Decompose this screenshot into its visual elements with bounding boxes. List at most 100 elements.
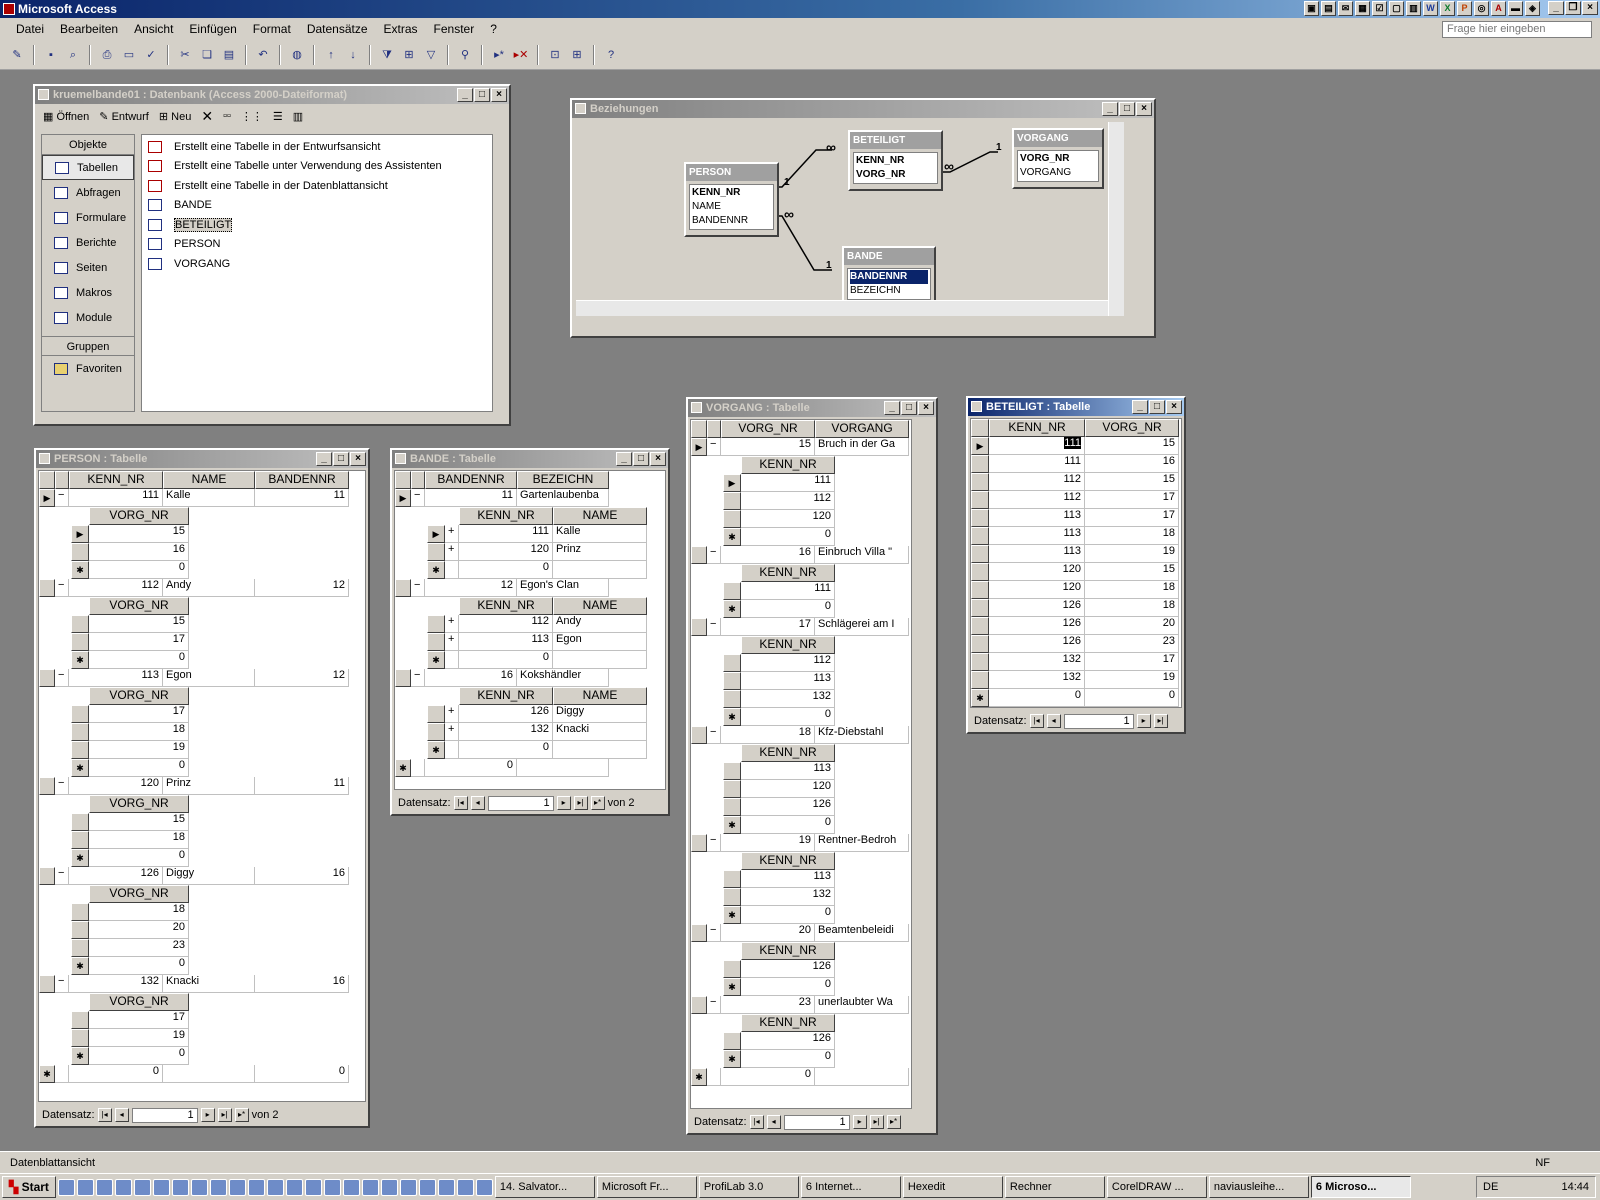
object-forms[interactable]: Formulare [42, 205, 134, 230]
quicklaunch-icon[interactable] [380, 1178, 398, 1196]
relation-field[interactable]: VORG_NR [1020, 152, 1096, 166]
row-selector[interactable] [971, 617, 989, 635]
copy-icon[interactable]: ❏ [198, 46, 216, 64]
minimize-icon[interactable]: _ [457, 88, 473, 102]
bande-window-titlebar[interactable]: BANDE : Tabelle _ □ × [392, 450, 668, 468]
row-selector[interactable] [723, 960, 741, 978]
vorg-nr-cell[interactable]: 18 [89, 831, 189, 849]
bandennr-cell[interactable]: 12 [255, 669, 349, 687]
menu-datensaetze[interactable]: Datensätze [299, 22, 376, 36]
relation-table-beteiligt[interactable]: BETEILIGT KENN_NR VORG_NR [848, 130, 943, 191]
vorg-nr-cell[interactable]: 15 [89, 813, 189, 831]
quicklaunch-icon[interactable] [342, 1178, 360, 1196]
expand-toggle[interactable]: − [707, 546, 721, 564]
kenn-nr-cell[interactable]: 120 [741, 780, 835, 798]
kenn-nr-cell[interactable]: 112 [989, 473, 1085, 491]
vorg-nr-cell[interactable]: 17 [89, 1011, 189, 1029]
vorg-nr-cell[interactable]: 19 [1085, 671, 1179, 689]
shortcut-icon[interactable]: ◈ [1525, 1, 1540, 16]
hyperlink-icon[interactable]: ◍ [288, 46, 306, 64]
name-cell[interactable]: Knacki [553, 723, 647, 741]
vorg-nr-cell[interactable]: 17 [89, 633, 189, 651]
expand-toggle[interactable]: − [411, 489, 425, 507]
kenn-nr-cell[interactable]: 111 [69, 489, 163, 507]
object-reports[interactable]: Berichte [42, 230, 134, 255]
new-row-selector[interactable]: ✱ [395, 759, 411, 777]
subdatasheet-header[interactable]: VORG_NR [89, 885, 189, 903]
quicklaunch-icon[interactable] [76, 1178, 94, 1196]
row-selector[interactable] [427, 723, 445, 741]
maximize-icon[interactable]: □ [1149, 400, 1165, 414]
beteiligt-window-titlebar[interactable]: BETEILIGT : Tabelle _ □ × [968, 398, 1184, 416]
vorg-nr-cell[interactable]: 17 [1085, 509, 1179, 527]
vorg-nr-cell[interactable]: 19 [721, 834, 815, 852]
expand-toggle[interactable]: + [445, 705, 459, 723]
shortcut-icon[interactable]: ▢ [1389, 1, 1404, 16]
bandennr-cell[interactable]: 16 [255, 867, 349, 885]
shortcut-icon[interactable]: ◎ [1474, 1, 1489, 16]
close-icon[interactable]: × [1166, 400, 1182, 414]
find-icon[interactable]: ⚲ [456, 46, 474, 64]
start-button[interactable]: ▚ Start [2, 1176, 56, 1198]
expand-toggle[interactable]: − [55, 975, 69, 993]
row-selector[interactable] [427, 705, 445, 723]
last-record-icon[interactable]: ▸| [573, 796, 588, 810]
list-item[interactable]: Erstellt eine Tabelle in der Entwurfsans… [148, 137, 486, 157]
row-selector[interactable] [723, 780, 741, 798]
row-selector[interactable] [39, 975, 55, 993]
row-selector[interactable] [71, 1011, 89, 1029]
expand-toggle[interactable]: − [707, 438, 721, 456]
row-selector[interactable] [71, 921, 89, 939]
kenn-nr-cell[interactable]: 126 [741, 960, 835, 978]
bandennr-cell[interactable]: 11 [255, 777, 349, 795]
kenn-nr-cell[interactable]: 120 [459, 543, 553, 561]
maximize-icon[interactable]: □ [1119, 102, 1135, 116]
kenn-nr-cell[interactable]: 112 [741, 654, 835, 672]
kenn-nr-cell[interactable]: 120 [69, 777, 163, 795]
kenn-nr-cell[interactable]: 111 [989, 455, 1085, 473]
relation-field[interactable]: BEZEICHN [850, 284, 928, 298]
delete-record-icon[interactable]: ▸✕ [512, 46, 530, 64]
minimize-icon[interactable]: _ [884, 401, 900, 415]
column-header[interactable]: NAME [163, 471, 255, 489]
new-row-selector[interactable]: ✱ [723, 1050, 741, 1068]
row-selector[interactable] [427, 633, 445, 651]
table-item-beteiligt[interactable]: BETEILIGT [148, 215, 486, 235]
row-selector[interactable]: ▶ [395, 489, 411, 507]
row-selector[interactable] [691, 546, 707, 564]
access-icon[interactable]: A [1491, 1, 1506, 16]
relation-field[interactable]: BANDENNR [850, 270, 928, 284]
object-favorites[interactable]: Favoriten [42, 356, 134, 381]
vorg-nr-cell[interactable]: 18 [1085, 599, 1179, 617]
row-selector[interactable] [395, 669, 411, 687]
menu-extras[interactable]: Extras [376, 22, 426, 36]
kenn-nr-cell[interactable]: 132 [989, 671, 1085, 689]
row-selector[interactable]: ▶ [971, 437, 989, 455]
relation-table-vorgang[interactable]: VORGANG VORG_NR VORGANG [1012, 128, 1104, 189]
row-selector[interactable] [971, 581, 989, 599]
relation-field[interactable]: KENN_NR [692, 186, 771, 200]
taskbar-button-active[interactable]: 6 Microso... [1310, 1176, 1411, 1198]
expand-toggle[interactable]: − [707, 726, 721, 744]
vorg-nr-cell[interactable]: 17 [721, 618, 815, 636]
minimize-icon[interactable]: _ [616, 452, 632, 466]
object-pages[interactable]: Seiten [42, 255, 134, 280]
subdatasheet-header[interactable]: KENN_NR [459, 597, 553, 615]
expand-toggle[interactable]: − [55, 867, 69, 885]
expand-toggle[interactable]: + [445, 615, 459, 633]
close-icon[interactable]: × [918, 401, 934, 415]
maximize-icon[interactable]: □ [474, 88, 490, 102]
kenn-nr-cell[interactable]: 112 [741, 492, 835, 510]
kenn-nr-cell[interactable]: 120 [989, 581, 1085, 599]
column-header[interactable]: BEZEICHN [517, 471, 609, 489]
column-header[interactable]: VORG_NR [1085, 419, 1179, 437]
bandennr-cell[interactable]: 16 [255, 975, 349, 993]
horizontal-scrollbar[interactable] [576, 300, 1108, 316]
new-row-selector[interactable]: ✱ [691, 1068, 707, 1086]
table-item-bande[interactable]: BANDE [148, 196, 486, 216]
vorgang-cell[interactable]: Rentner-Bedroh [815, 834, 909, 852]
objects-header[interactable]: Objekte [42, 135, 134, 155]
bezeichn-cell[interactable]: Gartenlaubenba [517, 489, 609, 507]
word-icon[interactable]: W [1423, 1, 1438, 16]
kenn-nr-cell[interactable]: 126 [989, 599, 1085, 617]
